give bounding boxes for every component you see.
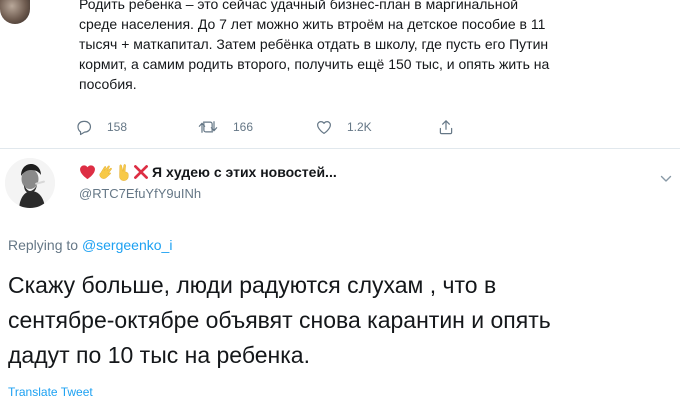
like-button[interactable]: 1.2K — [315, 116, 372, 138]
retweet-count: 166 — [233, 120, 254, 134]
replying-to-label: Replying to — [8, 237, 79, 253]
reply-count: 158 — [107, 120, 128, 134]
retweet-button[interactable]: 166 — [197, 116, 253, 138]
clap-emoji — [99, 165, 112, 179]
replying-to-line: Replying to @sergeenko_i — [8, 237, 172, 253]
heart-outline-icon — [317, 121, 331, 134]
reply-author-header: Я худею с этих новостей... @RTC7EfuYfY9u… — [0, 152, 680, 222]
reply-button[interactable]: 158 — [75, 116, 127, 138]
reply-icon — [77, 120, 92, 136]
chevron-down-icon[interactable] — [660, 174, 672, 184]
reply-author-name[interactable]: Я худею с этих новостей... — [79, 162, 337, 182]
translate-tweet-link[interactable]: Translate Tweet — [8, 385, 93, 399]
portrait-image — [5, 158, 55, 208]
original-author-avatar[interactable] — [0, 0, 30, 24]
share-button[interactable] — [437, 116, 455, 138]
reply-author-avatar[interactable] — [5, 158, 55, 208]
like-count: 1.2K — [347, 120, 372, 134]
original-tweet-text: Родить ребенка – это сейчас удачный бизн… — [79, 0, 550, 92]
retweet-icon — [198, 121, 218, 133]
reply-author-display-name: Я худею с этих новостей... — [152, 164, 337, 180]
share-icon — [439, 120, 453, 135]
victory-hand-emoji — [119, 164, 129, 181]
tweet-divider — [0, 148, 680, 149]
cross-mark-emoji — [134, 165, 148, 179]
tweet-action-bar: 158 166 1.2K — [75, 116, 595, 138]
name-emoji-group — [79, 163, 149, 181]
original-tweet: Родить ребенка – это сейчас удачный бизн… — [0, 0, 680, 148]
heart-emoji — [80, 165, 95, 180]
reply-tweet-text: Скажу больше, люди радуются слухам , что… — [8, 272, 551, 368]
replying-to-mention-link[interactable]: @sergeenko_i — [82, 237, 173, 253]
reply-author-handle[interactable]: @RTC7EfuYfY9uINh — [79, 186, 201, 201]
